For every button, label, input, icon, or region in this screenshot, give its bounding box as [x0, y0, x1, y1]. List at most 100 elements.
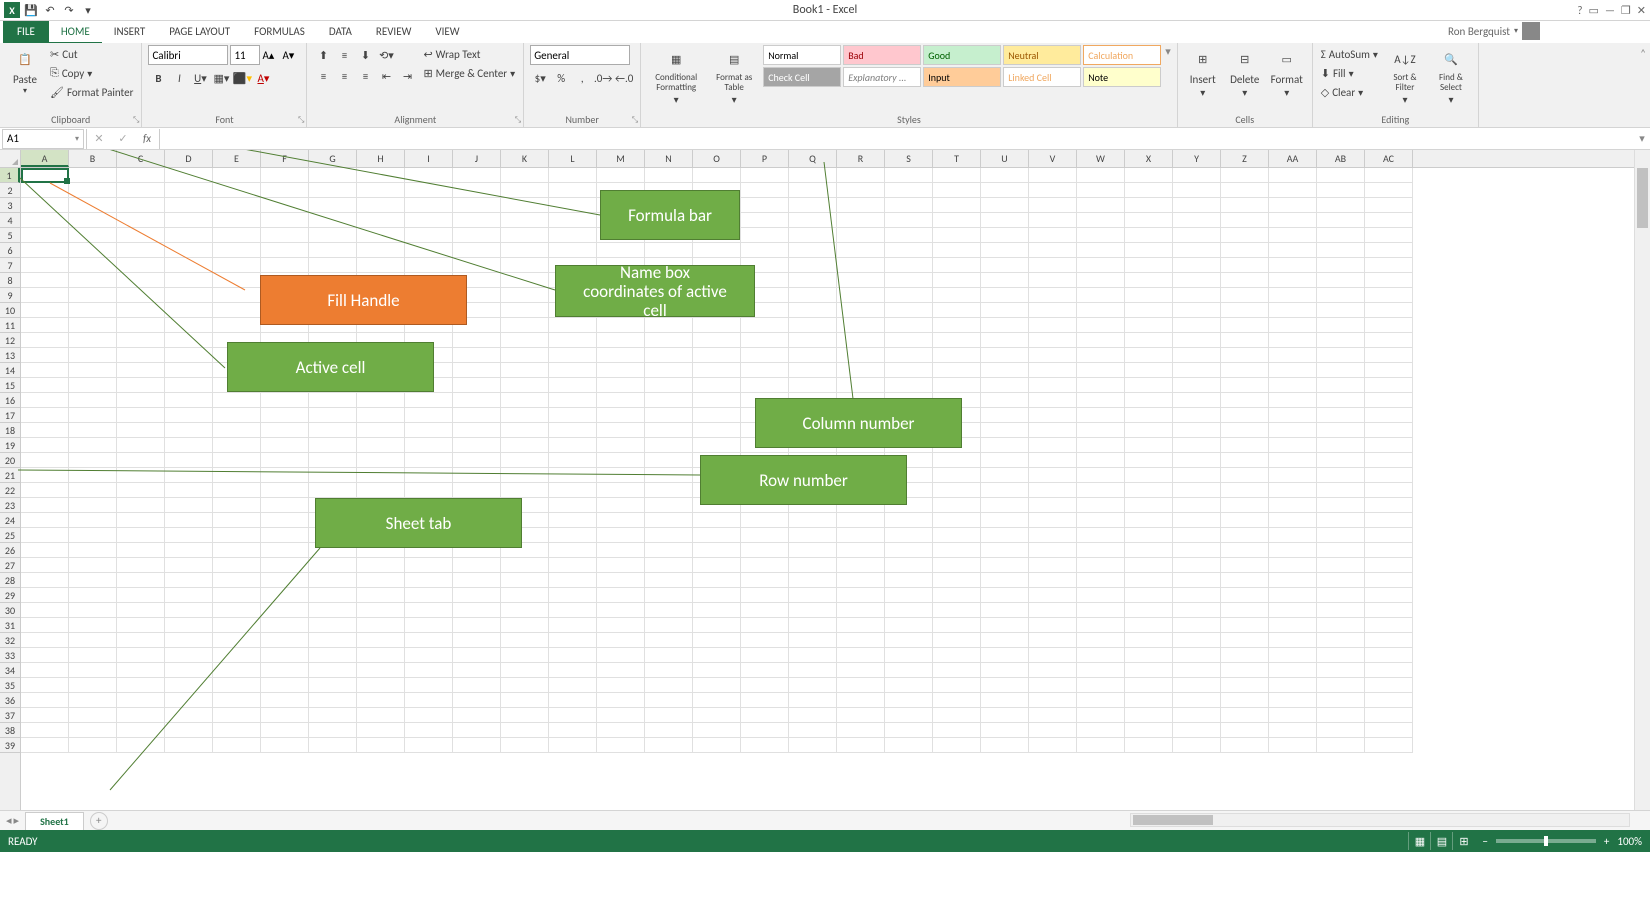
row-header[interactable]: 14 — [0, 363, 20, 378]
styles-more-icon[interactable]: ▾ — [1165, 45, 1171, 58]
indent-increase-icon[interactable]: ⇥ — [397, 66, 417, 86]
row-header[interactable]: 7 — [0, 258, 20, 273]
sheet-tab-active[interactable]: Sheet1 — [25, 812, 84, 830]
row-header[interactable]: 16 — [0, 393, 20, 408]
column-header[interactable]: G — [309, 150, 357, 167]
tab-home[interactable]: HOME — [49, 21, 102, 43]
row-header[interactable]: 35 — [0, 678, 20, 693]
style-linked-cell[interactable]: Linked Cell — [1003, 67, 1081, 87]
launcher-font[interactable]: ⤡ — [298, 115, 304, 125]
column-header[interactable]: AB — [1317, 150, 1365, 167]
row-header[interactable]: 30 — [0, 603, 20, 618]
column-header[interactable]: AA — [1269, 150, 1317, 167]
column-header[interactable]: W — [1077, 150, 1125, 167]
row-header[interactable]: 10 — [0, 303, 20, 318]
vertical-scroll-thumb[interactable] — [1637, 168, 1648, 228]
orientation-icon[interactable]: ⟲▾ — [376, 45, 396, 65]
style-calculation[interactable]: Calculation — [1083, 45, 1161, 65]
row-header[interactable]: 1 — [0, 168, 20, 183]
launcher-alignment[interactable]: ⤡ — [515, 115, 521, 125]
row-header[interactable]: 37 — [0, 708, 20, 723]
row-header[interactable]: 3 — [0, 198, 20, 213]
row-header[interactable]: 36 — [0, 693, 20, 708]
row-header[interactable]: 19 — [0, 438, 20, 453]
underline-button[interactable]: U▾ — [190, 68, 210, 88]
column-header[interactable]: H — [357, 150, 405, 167]
row-header[interactable]: 31 — [0, 618, 20, 633]
format-as-table-button[interactable]: ▤ Format as Table▾ — [709, 45, 759, 106]
row-header[interactable]: 28 — [0, 573, 20, 588]
minimize-icon[interactable]: — — [1605, 4, 1615, 17]
save-icon[interactable]: 💾 — [23, 2, 39, 18]
align-top-icon[interactable]: ⬆ — [313, 45, 333, 65]
row-header[interactable]: 13 — [0, 348, 20, 363]
row-header[interactable]: 38 — [0, 723, 20, 738]
align-bottom-icon[interactable]: ⬇ — [355, 45, 375, 65]
cell-styles-gallery[interactable]: Normal Bad Good Neutral Calculation Chec… — [763, 45, 1161, 87]
align-middle-icon[interactable]: ≡ — [334, 45, 354, 65]
row-header[interactable]: 2 — [0, 183, 20, 198]
row-header[interactable]: 15 — [0, 378, 20, 393]
decrease-decimal-icon[interactable]: ←.0 — [614, 68, 634, 88]
column-header[interactable]: J — [453, 150, 501, 167]
decrease-font-icon[interactable]: A▾ — [282, 49, 300, 62]
copy-button[interactable]: ⎘Copy ▾ — [48, 64, 135, 82]
row-header[interactable]: 20 — [0, 453, 20, 468]
zoom-slider[interactable] — [1496, 839, 1596, 843]
row-header[interactable]: 17 — [0, 408, 20, 423]
column-header[interactable]: D — [165, 150, 213, 167]
style-bad[interactable]: Bad — [843, 45, 921, 65]
column-header[interactable]: Q — [789, 150, 837, 167]
column-header[interactable]: S — [885, 150, 933, 167]
font-name-select[interactable] — [148, 45, 228, 65]
redo-icon[interactable]: ↷ — [61, 2, 77, 18]
italic-button[interactable]: I — [169, 68, 189, 88]
column-header[interactable]: T — [933, 150, 981, 167]
horizontal-scroll-thumb[interactable] — [1133, 815, 1213, 825]
style-explanatory[interactable]: Explanatory ... — [843, 67, 921, 87]
autosum-button[interactable]: ΣAutoSum ▾ — [1319, 45, 1380, 63]
column-header[interactable]: N — [645, 150, 693, 167]
column-header[interactable]: F — [261, 150, 309, 167]
close-icon[interactable]: ✕ — [1637, 4, 1646, 17]
style-note[interactable]: Note — [1083, 67, 1161, 87]
cancel-formula-icon[interactable]: ✕ — [87, 129, 111, 149]
percent-icon[interactable]: % — [551, 68, 571, 88]
undo-icon[interactable]: ↶ — [42, 2, 58, 18]
row-header[interactable]: 5 — [0, 228, 20, 243]
row-header[interactable]: 27 — [0, 558, 20, 573]
tab-formulas[interactable]: FORMULAS — [242, 21, 317, 43]
launcher-number[interactable]: ⤡ — [632, 115, 638, 125]
column-header[interactable]: O — [693, 150, 741, 167]
view-page-break-icon[interactable]: ⊞ — [1452, 832, 1474, 850]
row-header[interactable]: 25 — [0, 528, 20, 543]
tab-insert[interactable]: INSERT — [102, 21, 158, 43]
column-header[interactable]: I — [405, 150, 453, 167]
tab-review[interactable]: REVIEW — [364, 21, 424, 43]
column-header[interactable]: V — [1029, 150, 1077, 167]
row-header[interactable]: 22 — [0, 483, 20, 498]
column-header[interactable]: K — [501, 150, 549, 167]
row-header[interactable]: 9 — [0, 288, 20, 303]
tab-file[interactable]: FILE — [3, 21, 49, 43]
zoom-out-icon[interactable]: − — [1482, 835, 1487, 848]
expand-formula-icon[interactable]: ▾ — [1634, 132, 1650, 145]
format-cells-button[interactable]: ▭Format▾ — [1268, 45, 1306, 99]
column-header[interactable]: E — [213, 150, 261, 167]
increase-decimal-icon[interactable]: .0→ — [593, 68, 613, 88]
bold-button[interactable]: B — [148, 68, 168, 88]
name-box[interactable]: A1▾ — [2, 129, 84, 149]
row-header[interactable]: 8 — [0, 273, 20, 288]
currency-icon[interactable]: $▾ — [530, 68, 550, 88]
row-header[interactable]: 4 — [0, 213, 20, 228]
row-header[interactable]: 18 — [0, 423, 20, 438]
style-normal[interactable]: Normal — [763, 45, 841, 65]
user-name[interactable]: Ron Bergquist — [1448, 25, 1510, 38]
tab-data[interactable]: DATA — [317, 21, 364, 43]
delete-cells-button[interactable]: ⊟Delete▾ — [1226, 45, 1264, 99]
zoom-level[interactable]: 100% — [1617, 835, 1642, 848]
vertical-scrollbar[interactable] — [1634, 150, 1650, 810]
style-check-cell[interactable]: Check Cell — [763, 67, 841, 87]
insert-function-icon[interactable]: fx — [135, 129, 159, 149]
column-header[interactable]: AC — [1365, 150, 1413, 167]
